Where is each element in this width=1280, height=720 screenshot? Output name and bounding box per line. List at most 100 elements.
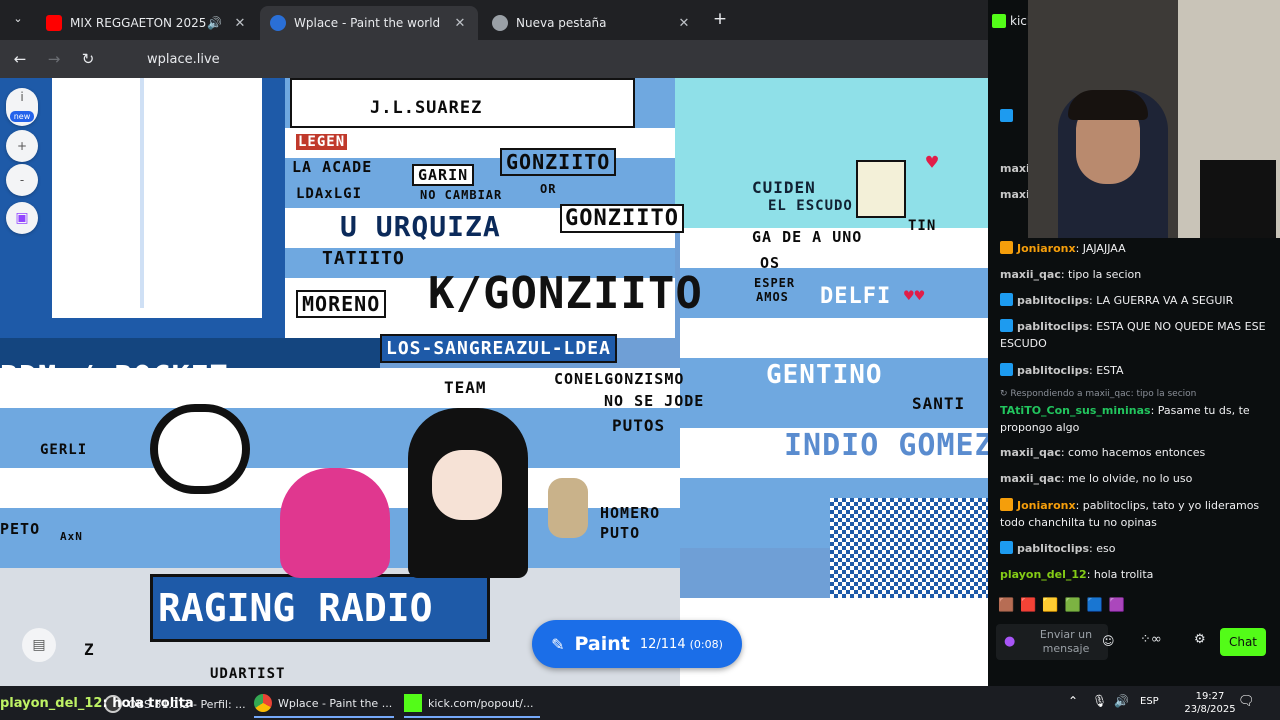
chevron-up-icon[interactable]: ⌃ [1068,694,1078,708]
chat-username[interactable]: playon_del_12 [1000,568,1087,581]
chat-username[interactable]: maxii_qac [1000,268,1061,281]
kick-icon [992,14,1006,28]
chat-message: maxii_qac: como hacemos entonces [1000,446,1206,459]
address-bar[interactable]: wplace.live [112,45,988,73]
volume-icon[interactable]: 🔊 [1114,694,1129,708]
chat-text: me lo olvide, no lo uso [1068,472,1193,485]
raging-radio-text: RAGING RADIO [158,586,433,630]
youtube-icon [46,15,62,31]
bird-art [856,160,906,218]
chat-username[interactable]: Joniaronx [1017,499,1076,512]
stream-caption: playon_del_12: hola trolita [0,696,194,716]
chat-send-button[interactable]: Chat [1220,628,1266,656]
reply-icon: ↻ [1000,389,1011,399]
info-icon: i [20,90,24,104]
settings-gear-icon[interactable]: ⚙ [1194,632,1206,647]
z-mark-text: Z [84,640,95,659]
language-indicator[interactable]: ESP [1140,696,1159,707]
clock-time: 19:27 [1195,691,1225,702]
kilm-text: ¡KILM [918,322,988,350]
canvas-block-white [140,78,210,308]
chat-username[interactable]: Joniaronx [1017,242,1076,255]
paint-button[interactable]: ✎ Paint 12/114 (0:08) [532,620,742,668]
indio-text: INDIO GOMEZ [784,428,988,463]
chat-text: tipo la secion [1068,268,1142,281]
notifications-icon[interactable]: 🗨 [1238,694,1255,709]
chat-username[interactable]: pablitoclips [1017,542,1089,555]
chat-text: hola trolita [1093,568,1154,581]
canvas-checker [830,498,988,598]
delfi-text: DELFI [820,284,892,309]
chibi-art [548,478,588,538]
paint-timer: (0:08) [689,637,723,651]
zoom-out-button[interactable]: - [6,164,38,196]
tab-title: Wplace - Paint the world [294,16,441,30]
chat-input-box[interactable]: ● Enviar un mensaje [996,624,1108,660]
url-text: wplace.live [147,51,220,67]
emote-row[interactable]: 🟫🟥🟨🟩🟦🟪 [998,598,1218,618]
crown-badge-icon [1000,498,1013,511]
puto-text: PUTO [600,524,641,542]
chat-username[interactable]: pablitoclips [1017,294,1089,307]
layers-button[interactable]: ▤ [22,628,56,662]
chat-text: eso [1096,542,1116,555]
layers-icon: ▤ [32,637,46,653]
microphone-icon[interactable]: ● [1004,634,1015,649]
twitch-icon[interactable]: ▣ [6,202,38,234]
artist-text: UDARTIST [210,666,286,682]
chat-message: maxii_qac: me lo olvide, no lo uso [1000,472,1193,485]
brush-icon: ✎ [551,634,565,654]
reply-context: ↻ Respondiendo a maxii_qac: tipo la seci… [1000,386,1268,403]
back-icon[interactable]: ← [10,49,30,69]
chat-username[interactable]: TAtiTO_Con_sus_mininas [1000,404,1151,417]
taskbar-item-kick[interactable]: kick.com/popout/... [404,690,540,718]
peto-text: PETO [0,520,41,538]
wplace-canvas[interactable]: J.L.SUAREZ LEGEN LA ACADE GARIN GONZIITO… [0,78,988,686]
paint-label: Paint [574,633,630,655]
chat-message: pablitoclips: ESTA QUE NO QUEDE MAS ESE … [1000,319,1266,350]
tab-search-chevron-icon[interactable]: ⌄ [8,9,28,29]
tab-wplace[interactable]: Wplace - Paint the world ✕ [260,6,478,40]
badge-icon [1000,319,1013,332]
putos-text: PUTOS [612,416,666,435]
close-icon[interactable]: ✕ [676,16,692,31]
info-button[interactable]: i new [6,88,38,126]
forward-icon[interactable]: → [44,49,64,69]
clock[interactable]: 19:27 23/8/2025 [1182,690,1238,716]
chat-message: TAtiTO_Con_sus_mininas: Pasame tu ds, te… [1000,404,1250,434]
close-icon[interactable]: ✕ [232,16,248,31]
chrome-icon [492,15,508,31]
chat-text: LA GUERRA VA A SEGUIR [1096,294,1234,307]
heart-icon: ♥ [926,150,940,174]
taskbar-item-chrome[interactable]: Wplace - Paint the ... [254,690,394,718]
chrome-icon [254,694,272,712]
club-logo-art [150,404,250,494]
badge-icon [1000,293,1013,306]
tab-new-tab[interactable]: Nueva pestaña ✕ [482,6,702,40]
chat-message: pablitoclips: LA GUERRA VA A SEGUIR [1000,292,1268,309]
garin-text: GARIN [412,164,475,186]
tab-title: Nueva pestaña [516,16,607,30]
chat-username[interactable]: pablitoclips [1017,364,1089,377]
paint-count: 12/114 [639,636,686,652]
chat-username[interactable]: pablitoclips [1017,320,1089,333]
tab-youtube-mix[interactable]: MIX REGGAETON 2025 | En 🔊 ✕ [36,6,258,40]
reload-icon[interactable]: ↻ [78,49,98,69]
emoji-icon[interactable]: ☺ [1102,634,1115,648]
caption-user: playon_del_12 [0,696,103,711]
badge-icon [1000,109,1013,122]
amos-text: AMOS [756,290,789,304]
infinity-icon[interactable]: ⁘∞ [1140,632,1162,647]
close-icon[interactable]: ✕ [452,16,468,31]
microphone-icon[interactable]: 🎙 [1092,694,1107,708]
speaker-icon[interactable]: 🔊 [207,16,222,30]
chat-message: playon_del_12: hola trolita [1000,568,1154,581]
chat-username[interactable]: maxii_qac [1000,446,1061,459]
new-tab-button[interactable]: + [710,9,730,29]
tin-text: TIN [908,218,937,234]
zoom-in-button[interactable]: + [6,130,38,162]
ga-de-a-uno-text: GA DE A UNO [752,228,863,246]
chat-text: ESTA [1096,364,1124,377]
chat-username[interactable]: maxii_qac [1000,472,1061,485]
gentino-text: GENTINO [766,360,883,390]
